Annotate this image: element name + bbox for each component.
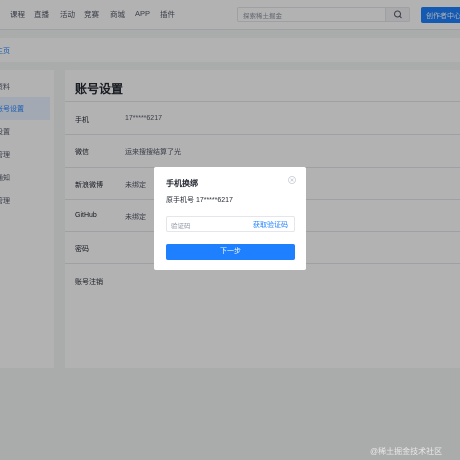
verification-code-field[interactable]: 验证码 获取验证码 [166,216,295,232]
next-step-button[interactable]: 下一步 [166,244,295,260]
phone-rebind-dialog: 手机换绑 原手机号 17*****6217 验证码 获取验证码 下一步 [154,167,306,270]
watermark: @稀土掘金技术社区 [370,447,443,456]
get-code-link[interactable]: 获取验证码 [253,220,288,230]
close-icon[interactable] [288,176,296,184]
dialog-title: 手机换绑 [166,179,198,188]
verification-code-input[interactable]: 验证码 [171,220,191,230]
original-phone-text: 原手机号 17*****6217 [166,197,233,204]
